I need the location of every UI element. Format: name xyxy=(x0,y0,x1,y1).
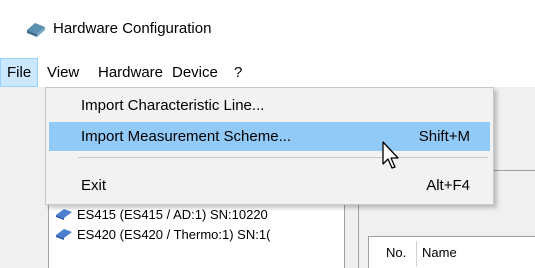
menu-item-label: Import Characteristic Line... xyxy=(81,97,265,114)
mouse-pointer-icon xyxy=(382,141,399,169)
tree-item-label: ES415 (ES415 / AD:1) SN:10220 xyxy=(77,207,268,222)
menu-view[interactable]: View xyxy=(41,58,85,87)
device-tree[interactable]: ES415 (ES415 / AD:1) SN:10220 ES420 (ES4… xyxy=(48,200,345,268)
menu-item-import-measurement-scheme[interactable]: Import Measurement Scheme... Shift+M xyxy=(49,122,490,151)
menu-separator xyxy=(78,157,488,158)
device-module-icon xyxy=(56,209,72,220)
menu-hardware[interactable]: Hardware xyxy=(92,58,169,87)
menu-file[interactable]: File xyxy=(0,58,39,87)
menu-item-shortcut: Alt+F4 xyxy=(426,177,470,194)
menu-item-exit[interactable]: Exit Alt+F4 xyxy=(49,171,490,200)
menu-item-shortcut: Shift+M xyxy=(418,128,470,145)
menu-device[interactable]: Device xyxy=(166,58,224,87)
menu-help[interactable]: ? xyxy=(228,58,248,87)
column-header-no[interactable]: No. xyxy=(381,237,406,268)
channel-table[interactable]: No. Name xyxy=(368,236,535,268)
tree-item-es415[interactable]: ES415 (ES415 / AD:1) SN:10220 xyxy=(55,205,343,225)
tree-item-label: ES420 (ES420 / Thermo:1) SN:1( xyxy=(77,227,271,242)
title-bar: Hardware Configuration xyxy=(0,0,535,58)
window-title: Hardware Configuration xyxy=(53,20,212,37)
hardware-config-icon xyxy=(27,23,45,37)
menu-item-import-characteristic-line[interactable]: Import Characteristic Line... xyxy=(49,91,490,120)
menu-bar: File View Hardware Device ? xyxy=(0,58,535,87)
menu-item-label: Import Measurement Scheme... xyxy=(81,128,292,145)
column-header-name[interactable]: Name xyxy=(417,237,457,268)
menu-item-label: Exit xyxy=(81,177,107,194)
tree-item-es420[interactable]: ES420 (ES420 / Thermo:1) SN:1( xyxy=(55,225,343,245)
file-menu-dropdown: Import Characteristic Line... Import Mea… xyxy=(45,87,494,205)
device-module-icon xyxy=(56,229,72,240)
